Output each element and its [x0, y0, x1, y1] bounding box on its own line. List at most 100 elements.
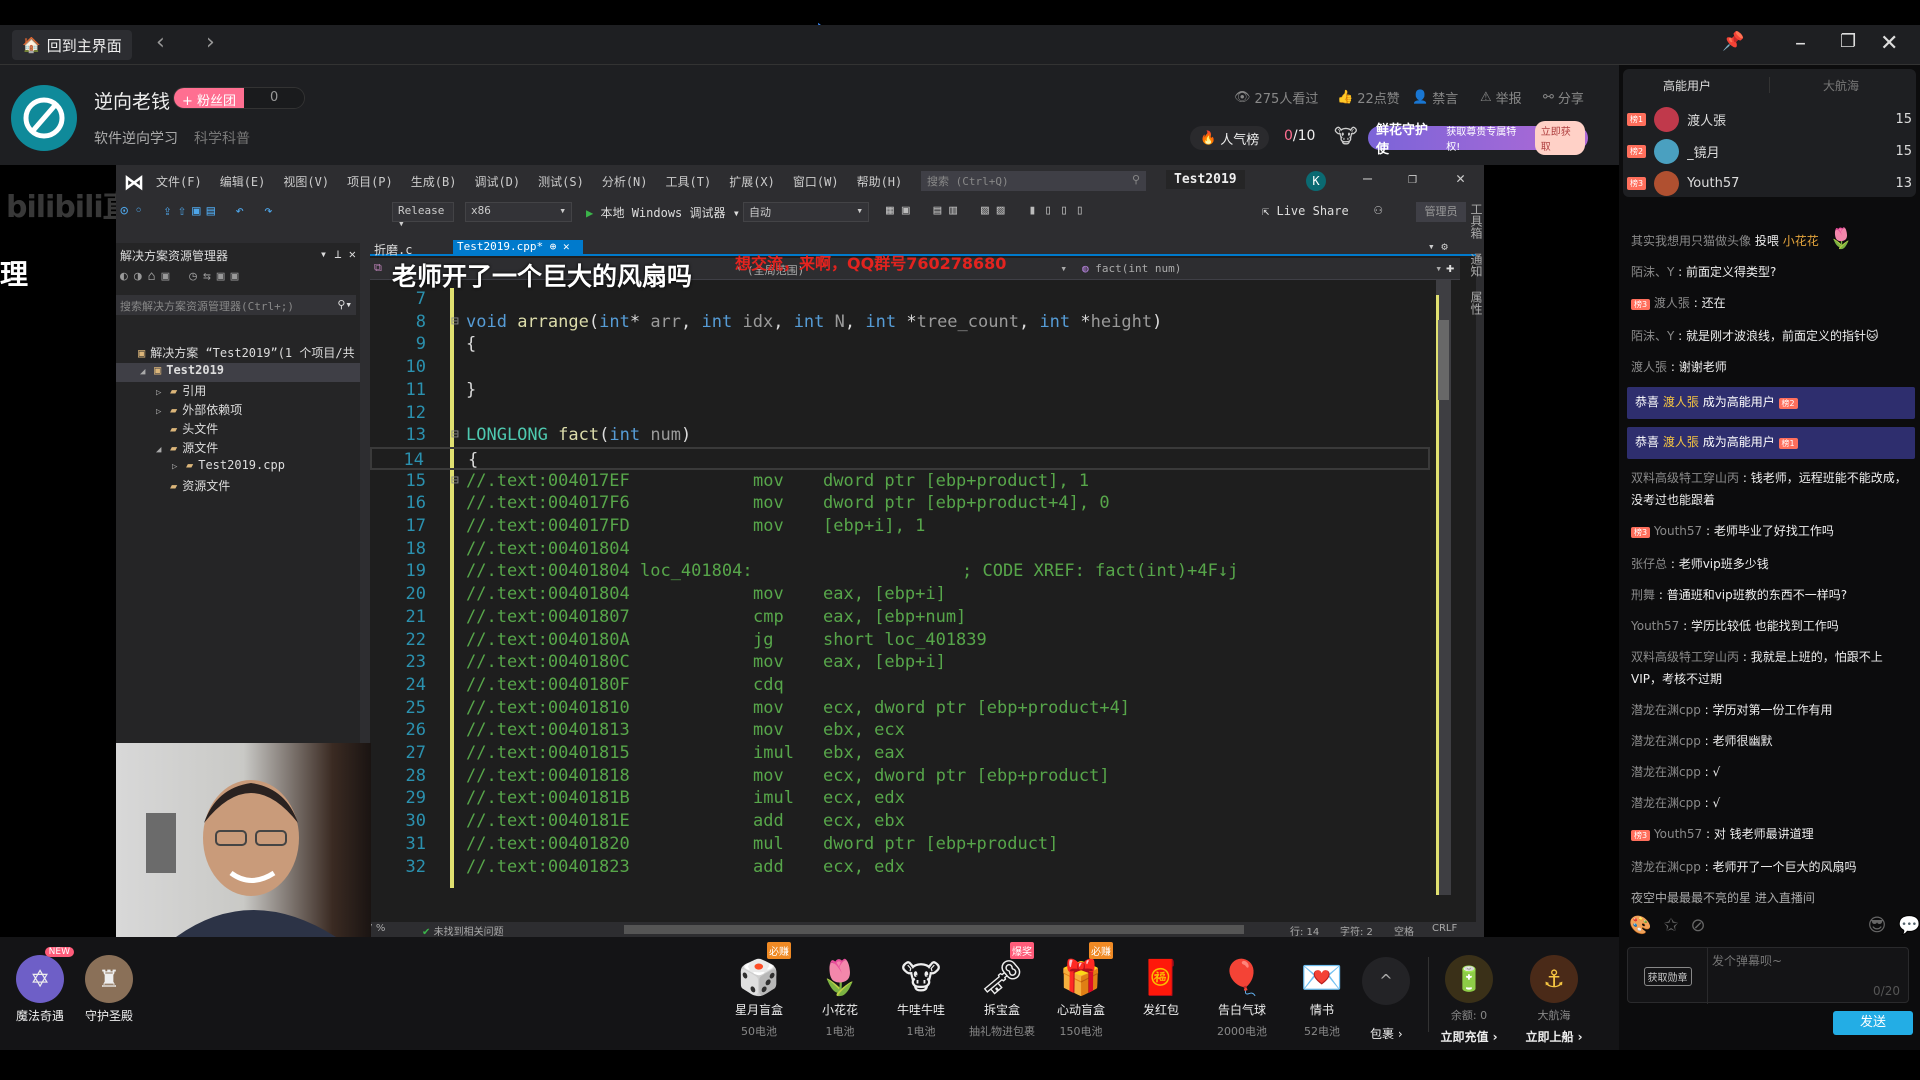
tree-item[interactable]: ▰ 资源文件 — [116, 477, 360, 496]
pin-icon[interactable]: 📌 — [1722, 31, 1744, 52]
tree-item[interactable]: ◢ ▣ Test2019 — [116, 363, 360, 382]
expand-gifts-button[interactable]: ^ — [1362, 957, 1410, 1005]
ranking-name[interactable]: _镜月 — [1687, 142, 1720, 161]
panel-controls[interactable]: ▾ ⊥ ✕ — [320, 247, 356, 264]
user-avatar[interactable]: K — [1306, 171, 1326, 191]
gift-item[interactable]: 🎈 告白气球 2000电池 — [1202, 955, 1282, 1039]
config-dropdown[interactable]: Release ▾ — [392, 202, 454, 230]
username[interactable]: 渡人張 — [1631, 360, 1667, 374]
emoji-icon[interactable]: 😎 — [1868, 915, 1887, 936]
danmaku-input[interactable] — [1712, 952, 1902, 982]
menu-item[interactable]: 帮助(H) — [857, 173, 903, 190]
platform-dropdown[interactable]: x86 ▾ — [465, 202, 572, 222]
tab-file-c[interactable]: 折磨.c — [374, 241, 412, 258]
menu-item[interactable]: 调试(D) — [474, 173, 520, 190]
username[interactable]: 渡人張 — [1654, 296, 1690, 310]
guardian-hall-button[interactable]: ♜ 守护圣殿 — [74, 955, 144, 1024]
username[interactable]: Youth57 — [1631, 619, 1679, 633]
menu-item[interactable]: 生成(B) — [411, 173, 457, 190]
menu-item[interactable]: 测试(S) — [538, 173, 584, 190]
ranking-name[interactable]: Youth57 — [1687, 176, 1739, 191]
tree-item[interactable]: ▷ ▰ 外部依赖项 — [116, 401, 360, 420]
menu-item[interactable]: 项目(P) — [347, 173, 393, 190]
username[interactable]: 潜龙在渊cpp — [1631, 796, 1701, 810]
expand-arrow-icon[interactable]: ▷ — [156, 407, 170, 417]
line-ending[interactable]: CRLF — [1432, 923, 1457, 934]
palette-icon[interactable]: 🎨 — [1629, 915, 1651, 936]
fold-toggle-icon[interactable]: ⊟ — [451, 311, 459, 333]
username[interactable]: 潜龙在渊cpp — [1631, 703, 1701, 717]
menu-item[interactable]: 扩展(X) — [729, 173, 775, 190]
guard-banner[interactable]: 鲜花守护使 获取尊贵专属特权! 立即获取 — [1368, 121, 1588, 157]
username[interactable]: 潜龙在渊cpp — [1631, 860, 1701, 874]
star-icon[interactable]: ✩ — [1663, 915, 1678, 936]
menu-item[interactable]: 文件(F) — [156, 173, 202, 190]
ranking-row[interactable]: 榜1 渡人張 15 — [1627, 104, 1912, 134]
tab-overflow-icon[interactable]: ▾ ⚙ — [1428, 240, 1448, 253]
menu-item[interactable]: 编辑(E) — [220, 173, 266, 190]
fold-toggle-icon[interactable]: ⊟ — [451, 470, 459, 492]
solution-toolbar[interactable]: ◐◑⌂▣ ◷⇆▣▣ — [120, 269, 244, 284]
pin-tab-icon[interactable]: ⊕ — [550, 240, 557, 253]
username[interactable]: 潜龙在渊cpp — [1631, 765, 1701, 779]
feedback-icon[interactable]: ⚇ — [1374, 202, 1382, 218]
toolbar-icons-2[interactable]: ▦▣ ▤▥ ▧▨ ▮▯▯▯ — [886, 203, 1092, 218]
fleet-button[interactable]: ⚓ 大航海 立即上船 › — [1519, 955, 1589, 1045]
vs-restore-icon[interactable]: ❐ — [1408, 169, 1417, 187]
streamer-name[interactable]: 逆向老钱 — [94, 87, 170, 114]
tree-item[interactable]: ▣ 解决方案 “Test2019”(1 个项目/共 — [116, 344, 360, 363]
fold-toggle-icon[interactable]: ⊟ — [451, 424, 459, 446]
username[interactable]: 张仔总 — [1631, 557, 1667, 571]
tag[interactable]: 科学科普 — [194, 128, 250, 148]
close-tab-icon[interactable]: ✕ — [563, 240, 570, 253]
tree-item[interactable]: ▰ 头文件 — [116, 420, 360, 439]
username[interactable]: 陌沫、Y — [1631, 265, 1674, 279]
tree-item[interactable]: ▷ ▰ 引用 — [116, 382, 360, 401]
gift-item[interactable]: 🧧 发红包 — [1121, 955, 1201, 1023]
tree-item[interactable]: ◢ ▰ 源文件 — [116, 439, 360, 458]
expand-arrow-icon[interactable]: ▷ — [172, 462, 186, 472]
member-dropdown[interactable]: ◍ fact(int num) ▾ — [1082, 262, 1442, 275]
expand-arrow-icon[interactable]: ◢ — [156, 445, 170, 455]
ranking-name[interactable]: 渡人張 — [1687, 110, 1726, 129]
get-medal-button[interactable]: 获取勋章 — [1628, 948, 1708, 1004]
expand-arrow-icon[interactable]: ▷ — [156, 388, 170, 398]
menu-item[interactable]: 分析(N) — [602, 173, 648, 190]
username[interactable]: 潜龙在渊cpp — [1631, 734, 1701, 748]
magic-adventure-button[interactable]: ✡ NEW 魔法奇遇 — [5, 947, 75, 1024]
avatar[interactable] — [1654, 106, 1680, 132]
code-editor[interactable]: 折磨.c Test2019.cpp* ⊕ ✕ ▾ ⚙ ⧉ ▾ (全局范围) ▾ ◍… — [360, 240, 1476, 937]
gift-item[interactable]: 🐮 牛哇牛哇 1电池 — [881, 955, 961, 1039]
restore-icon[interactable]: ❐ — [1840, 31, 1856, 52]
streamer-avatar[interactable] — [11, 85, 77, 151]
get-now-button[interactable]: 立即获取 — [1534, 121, 1585, 155]
expand-arrow-icon[interactable]: ◢ — [140, 367, 154, 377]
gift-item[interactable]: 🌷 小花花 1电池 — [800, 955, 880, 1039]
home-button[interactable]: 🏠 回到主界面 — [12, 30, 132, 60]
send-button[interactable]: 发送 — [1833, 1011, 1913, 1035]
username[interactable]: Youth57 — [1654, 524, 1702, 538]
share-button[interactable]: ⚯ 分享 — [1543, 88, 1584, 107]
indent-mode[interactable]: 空格 — [1394, 923, 1414, 937]
tab-high-energy-users[interactable]: 高能用户 — [1663, 77, 1711, 94]
horizontal-scrollbar[interactable] — [624, 925, 1244, 934]
start-debug-button[interactable]: ▶ 本地 Windows 调试器 ▾ — [586, 204, 740, 221]
report-button[interactable]: ⚠ 举报 — [1480, 88, 1522, 107]
recharge-button[interactable]: 🔋 余额: 0 立即充值 › — [1434, 955, 1504, 1045]
gift-item[interactable]: 爆奖 🗝 拆宝盒 抽礼物进包裹 — [962, 942, 1042, 1039]
username[interactable]: 渡人張 — [1663, 435, 1699, 449]
tab-fleet[interactable]: 大航海 — [1823, 77, 1859, 94]
vs-close-icon[interactable]: ✕ — [1456, 169, 1465, 187]
tree-item[interactable]: ▷ ▰ Test2019.cpp — [116, 458, 360, 477]
avatar[interactable] — [1654, 170, 1680, 196]
menu-item[interactable]: 窗口(W) — [793, 173, 839, 190]
video-player[interactable]: bilibili直播 理 ⋈ 文件(F) 编辑(E) 视图(V) 项目(P) 生成(B)… — [0, 165, 1619, 937]
likes-button[interactable]: 👍 22点赞 — [1337, 88, 1400, 107]
toolbar-icons[interactable]: ⊙◦ ⇪⇧▣▤ ↶ ↷ — [120, 203, 279, 219]
notifications-tab[interactable]: 通知 — [1468, 253, 1485, 277]
tab-test2019-cpp[interactable]: Test2019.cpp* ⊕ ✕ — [453, 240, 583, 256]
toolbox-tab[interactable]: 工具箱 — [1468, 203, 1485, 239]
gift-item[interactable]: 必赚 🎲 星月盲盒 50电池 — [719, 942, 799, 1039]
live-share-button[interactable]: ⇱ Live Share — [1262, 204, 1349, 218]
properties-tab[interactable]: 属性 — [1468, 291, 1485, 315]
